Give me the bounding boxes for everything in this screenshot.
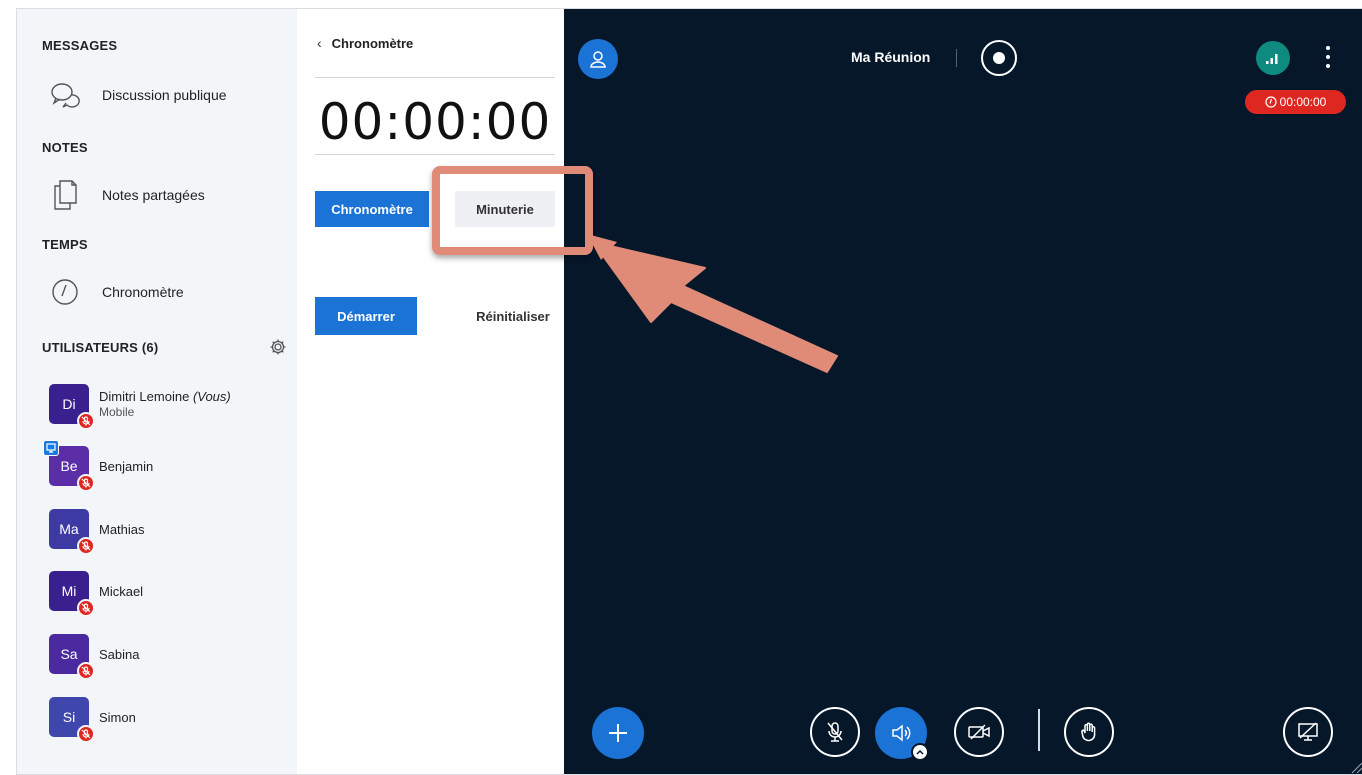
mute-button[interactable] [810,707,860,757]
muted-mic-icon [77,599,95,617]
controls-divider [1038,709,1040,751]
signal-bars-icon [1266,54,1278,64]
resize-handle-icon[interactable] [1349,760,1362,774]
shared-notes-label: Notes partagées [102,187,205,203]
title-divider [956,49,957,67]
meeting-timer-badge: 00:00:00 [1245,90,1346,114]
presenter-icon [43,440,59,456]
user-name: Benjamin [99,458,154,474]
sidebar-item-shared-notes[interactable]: Notes partagées [42,173,287,217]
user-name: Mathias [99,521,145,537]
avatar-initials: Ma [59,521,79,537]
notes-icon [48,178,82,212]
user-item[interactable]: Mi Mickael [49,569,144,617]
muted-mic-icon [77,725,95,743]
user-item[interactable]: Be Benjamin [43,440,154,492]
avatar: Sa [49,634,95,680]
audio-options-icon[interactable] [911,743,929,761]
camera-off-icon [968,724,990,740]
avatar: Si [49,697,95,743]
user-item[interactable]: Si Simon [49,695,136,743]
avatar-initials: Be [60,458,78,474]
microphone-off-icon [827,722,843,742]
highlight-box [432,166,593,255]
muted-mic-icon [77,662,95,680]
divider [315,77,555,78]
pointer-arrow-icon [587,234,838,373]
raise-hand-button[interactable] [1064,707,1114,757]
sidebar-item-stopwatch[interactable]: Chronomètre [42,270,287,314]
timer-panel: ‹ Chronomètre 00:00:00 Chronomètre Minut… [297,9,564,774]
user-name: Sabina [99,646,140,662]
hand-icon [1081,722,1096,742]
muted-mic-icon [77,474,95,492]
user-item[interactable]: Di Dimitri Lemoine (Vous) Mobile [49,382,231,430]
clock-icon [1265,96,1277,108]
avatar-initials: Mi [61,583,77,599]
stopwatch-display: 00:00:00 [318,93,552,151]
audio-button[interactable] [875,707,929,761]
actions-button[interactable] [592,707,644,759]
meeting-title: Ma Réunion [851,49,931,65]
messages-section-title: MESSAGES [42,38,118,53]
plus-icon [609,724,627,742]
user-name: Dimitri Lemoine (Vous) [99,389,231,404]
notes-section-title: NOTES [42,140,88,155]
user-list-toggle-button[interactable] [578,39,618,79]
meeting-area: Ma Réunion 00:00:00 [564,9,1362,774]
record-button[interactable] [981,40,1017,76]
presentation-button[interactable] [1283,707,1333,757]
user-name: Mickael [99,583,144,599]
user-client: Mobile [99,405,135,419]
avatar-initials: Di [62,396,76,412]
avatar: Mi [49,571,95,617]
chat-icon [48,78,82,112]
clock-icon [48,275,82,309]
gear-icon[interactable] [269,338,287,356]
stopwatch-label: Chronomètre [102,284,184,300]
avatar-initials: Sa [60,646,78,662]
panel-title: Chronomètre [331,35,414,51]
panel-back-button[interactable]: ‹ Chronomètre [317,35,413,51]
avatar-initials: Si [62,709,76,725]
connection-status-button[interactable] [1256,41,1290,75]
muted-mic-icon [77,537,95,555]
avatar: Di [49,384,95,430]
options-menu-icon[interactable] [1321,46,1335,68]
user-item[interactable]: Ma Mathias [49,507,145,555]
users-section-title: UTILISATEURS (6) [42,340,159,355]
avatar: Be [43,440,95,492]
sidebar-item-public-chat[interactable]: Discussion publique [42,73,287,117]
record-icon [993,52,1005,64]
reset-button[interactable]: Réinitialiser [467,297,559,335]
user-name-text: Dimitri Lemoine [99,389,190,404]
user-name: Simon [99,709,136,725]
presentation-off-icon [1298,722,1318,741]
muted-mic-icon [77,412,95,430]
public-chat-label: Discussion publique [102,87,227,103]
app-window: MESSAGES Discussion publique NOTES Notes… [16,8,1362,775]
camera-button[interactable] [954,707,1004,757]
you-tag: (Vous) [192,389,231,404]
time-section-title: TEMPS [42,237,88,252]
tab-stopwatch[interactable]: Chronomètre [315,191,429,227]
user-item[interactable]: Sa Sabina [49,632,140,680]
user-icon [590,51,606,68]
chevron-left-icon: ‹ [317,35,322,51]
sidebar: MESSAGES Discussion publique NOTES Notes… [17,9,297,774]
meeting-timer-text: 00:00:00 [1279,95,1327,109]
divider [315,154,555,155]
avatar: Ma [49,509,95,555]
start-button[interactable]: Démarrer [315,297,417,335]
speaker-icon [892,724,911,742]
